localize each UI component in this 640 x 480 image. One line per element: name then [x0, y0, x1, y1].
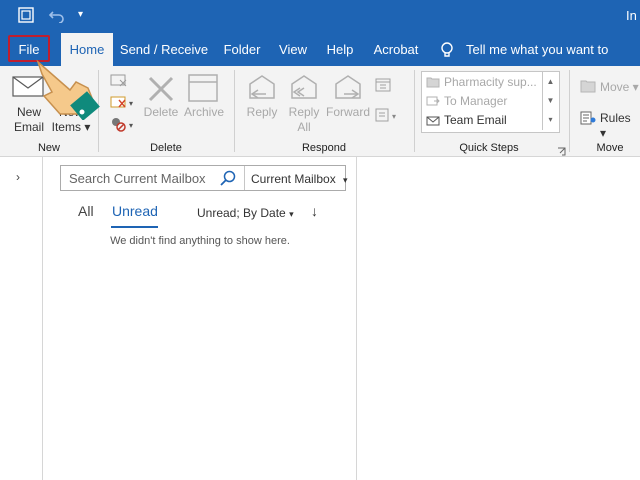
quick-step-email-icon	[426, 114, 440, 126]
more-respond-icon[interactable]: ▾	[375, 108, 401, 122]
junk-icon[interactable]: ▾	[110, 116, 136, 132]
ribbon-separator	[234, 70, 235, 152]
rules-button[interactable]: Rules ▾	[600, 111, 640, 141]
group-label-quick-steps: Quick Steps	[459, 142, 519, 154]
forward-icon	[332, 72, 364, 102]
new-email-label-2: Email	[13, 120, 44, 134]
lightbulb-icon	[440, 41, 454, 59]
quick-step-item[interactable]: Team Email	[444, 111, 507, 129]
svg-text:▾: ▾	[392, 112, 396, 121]
move-icon	[580, 79, 596, 93]
delete-button[interactable]: Delete	[140, 105, 182, 120]
window-title: In	[626, 8, 637, 23]
group-label-respond: Respond	[301, 142, 347, 154]
move-button[interactable]: Move ▾	[600, 80, 640, 95]
chevron-down-icon: ▾	[289, 209, 294, 219]
quick-step-folder-icon	[426, 75, 440, 88]
meeting-icon[interactable]	[375, 78, 391, 92]
customize-qat-icon[interactable]: ▾	[78, 9, 88, 21]
quick-step-forward-icon	[426, 94, 440, 106]
search-input[interactable]: Search Current Mailbox	[69, 171, 206, 186]
rules-icon	[580, 111, 596, 125]
archive-icon	[188, 74, 218, 102]
folder-pane-collapsed	[0, 157, 43, 480]
title-bar	[0, 0, 640, 33]
tab-folder[interactable]: Folder	[218, 33, 266, 66]
gallery-scroll-down[interactable]: ▼	[542, 91, 558, 110]
quick-step-item[interactable]: To Manager	[444, 92, 507, 110]
reply-all-label-1: Reply	[288, 105, 320, 119]
group-label-delete: Delete	[150, 142, 182, 154]
group-label-move: Move	[596, 142, 624, 154]
tab-help[interactable]: Help	[320, 33, 360, 66]
chevron-down-icon: ▾	[343, 175, 348, 185]
search-icon[interactable]	[220, 170, 236, 186]
tab-send-receive[interactable]: Send / Receive	[118, 33, 210, 66]
ribbon-separator	[414, 70, 415, 152]
dialog-launcher-icon[interactable]	[557, 143, 566, 156]
new-items-label-2: Items ▾	[51, 120, 91, 134]
tab-view[interactable]: View	[274, 33, 312, 66]
search-scope-dropdown[interactable]: Current Mailbox ▾	[251, 172, 348, 186]
gallery-more[interactable]: ▾	[542, 110, 558, 130]
archive-button[interactable]: Archive	[182, 105, 226, 120]
reply-all-icon	[288, 72, 320, 102]
tell-me-search[interactable]: Tell me what you want to do	[466, 33, 626, 90]
delete-icon	[146, 74, 176, 104]
reply-all-button[interactable]: Reply All	[282, 105, 326, 135]
group-label-new: New	[37, 142, 60, 154]
forward-button[interactable]: Forward	[324, 105, 372, 120]
cleanup-icon[interactable]: ▾	[110, 94, 136, 110]
empty-state-message: We didn't find anything to show here.	[110, 235, 290, 247]
reply-button[interactable]: Reply	[240, 105, 284, 120]
reply-all-label-2: All	[297, 120, 311, 134]
expand-folder-pane-icon[interactable]: ›	[16, 170, 20, 184]
sort-direction-icon[interactable]: ↓	[311, 203, 318, 219]
filter-unread[interactable]: Unread	[112, 203, 158, 219]
filter-all[interactable]: All	[78, 203, 94, 219]
search-divider	[244, 166, 245, 190]
ignore-icon[interactable]	[110, 72, 128, 88]
quick-step-item[interactable]: Pharmacity sup...	[444, 73, 537, 91]
tab-acrobat[interactable]: Acrobat	[368, 33, 424, 66]
outlook-app-icon[interactable]	[18, 7, 34, 23]
reply-icon	[246, 72, 278, 102]
pointing-hand-icon	[30, 52, 102, 121]
svg-text:▾: ▾	[129, 121, 133, 130]
svg-text:▾: ▾	[129, 99, 133, 108]
gallery-scroll-up[interactable]: ▲	[542, 72, 558, 91]
undo-icon[interactable]	[48, 7, 66, 24]
sort-dropdown[interactable]: Unread; By Date ▾	[197, 206, 294, 220]
filter-unread-underline	[111, 226, 158, 228]
ribbon-separator	[569, 70, 570, 152]
